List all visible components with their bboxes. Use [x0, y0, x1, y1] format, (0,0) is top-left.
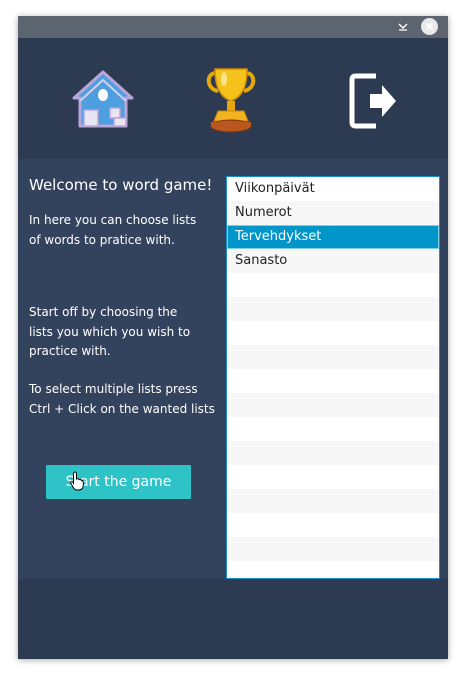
header-nav: [18, 38, 448, 159]
app-window: Welcome to word game! In here you can ch…: [18, 16, 448, 659]
minimize-icon[interactable]: [396, 19, 410, 33]
empty-row: [227, 489, 439, 513]
list-item-selected[interactable]: Tervehdykset: [227, 225, 439, 249]
list-item[interactable]: Sanasto: [227, 249, 439, 273]
word-list-box[interactable]: Viikonpäivät Numerot Tervehdykset Sanast…: [226, 176, 440, 579]
trophy-icon[interactable]: [204, 65, 258, 135]
instructions-text: Start off by choosing the lists you whic…: [29, 305, 191, 358]
empty-row: [227, 537, 439, 561]
multi-select-hint: To select multiple lists press Ctrl + Cl…: [29, 382, 215, 416]
empty-row: [227, 417, 439, 441]
footer-bar: [18, 579, 448, 659]
home-icon[interactable]: [70, 68, 136, 130]
empty-row: [227, 345, 439, 369]
empty-row: [227, 369, 439, 393]
empty-row: [227, 465, 439, 489]
empty-row: [227, 321, 439, 345]
hand-cursor-icon: [70, 471, 84, 491]
intro-text: In here you can choose lists of words to…: [29, 213, 197, 247]
empty-row: [227, 393, 439, 417]
list-item[interactable]: Numerot: [227, 201, 439, 225]
empty-row: [227, 561, 439, 578]
empty-row: [227, 273, 439, 297]
close-icon: [425, 22, 434, 31]
exit-icon[interactable]: [348, 72, 400, 130]
title-bar: [18, 16, 448, 39]
list-item[interactable]: Viikonpäivät: [227, 177, 439, 201]
empty-row: [227, 513, 439, 537]
start-game-button[interactable]: Start the game: [46, 465, 191, 499]
close-button[interactable]: [421, 18, 438, 35]
welcome-heading: Welcome to word game!: [29, 176, 213, 194]
empty-row: [227, 297, 439, 321]
empty-row: [227, 441, 439, 465]
